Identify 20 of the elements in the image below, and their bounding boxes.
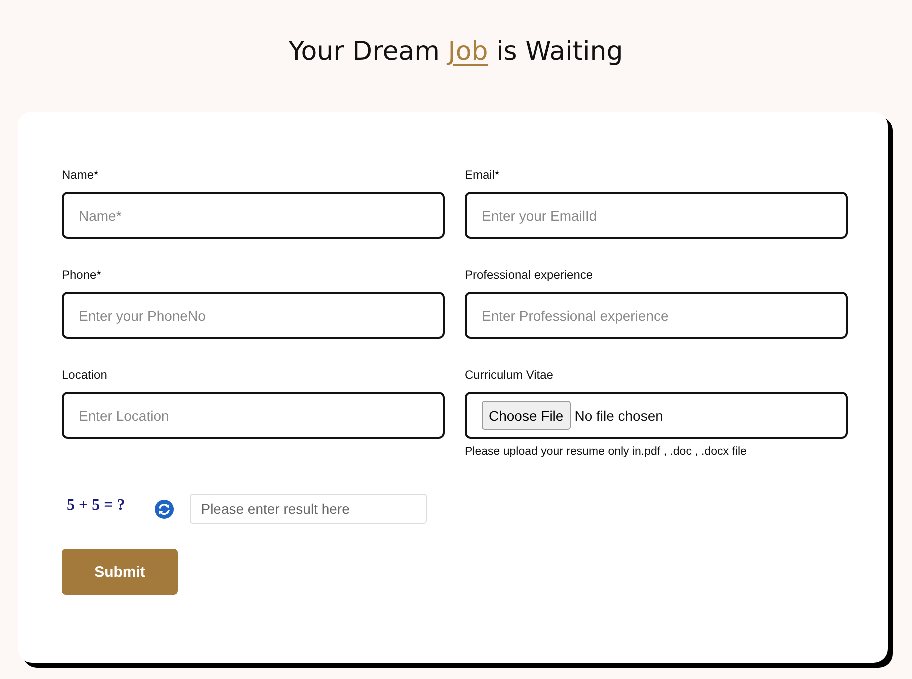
captcha-question: 5 + 5 = ?: [67, 497, 126, 515]
text-field[interactable]: Enter Location: [62, 392, 445, 439]
field-label: Professional experience: [465, 268, 594, 282]
text-field[interactable]: Enter Professional experience: [465, 292, 848, 339]
refresh-icon[interactable]: [155, 500, 174, 518]
text-field[interactable]: Name*: [62, 192, 445, 239]
field-label: Location: [62, 368, 108, 382]
text-field[interactable]: Enter your EmailId: [465, 192, 848, 239]
field-label: Phone*: [62, 268, 102, 282]
field-label: Curriculum Vitae: [465, 368, 554, 382]
captcha-field[interactable]: Please enter result here: [190, 494, 428, 524]
page-title: Your Dream Job is Waiting: [288, 36, 624, 69]
file-status-text: No file chosen: [574, 408, 664, 424]
field-label: Email*: [465, 168, 500, 182]
submit-button[interactable]: Submit: [62, 549, 178, 595]
field-label: Name*: [62, 168, 99, 182]
file-field[interactable]: Choose File No file chosen: [465, 392, 848, 439]
upload-hint-text: Please upload your resume only in.pdf , .doc , .docx file: [465, 445, 747, 459]
choose-file-button[interactable]: Choose File: [482, 401, 571, 430]
text-field[interactable]: Enter your PhoneNo: [62, 292, 445, 339]
